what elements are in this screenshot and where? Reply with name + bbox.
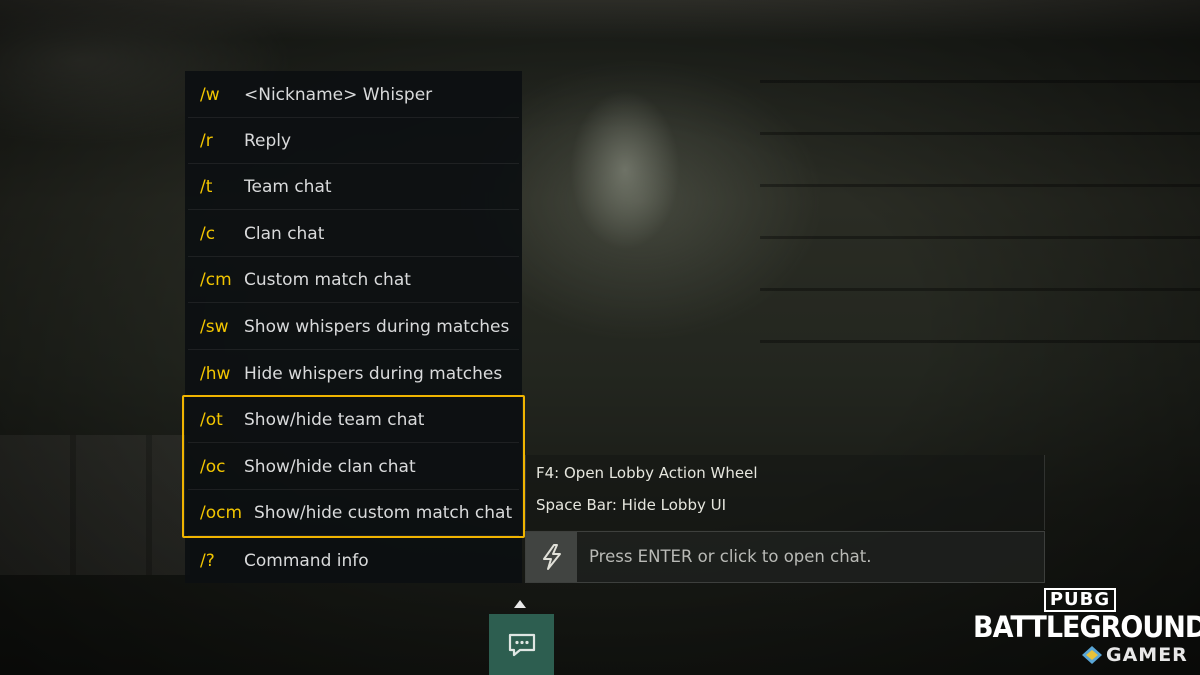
command-key: /cm [200,270,232,290]
command-row-reply[interactable]: /r Reply [188,119,519,164]
chat-bubble-icon [508,633,535,656]
command-row-toggle-clan-chat[interactable]: /oc Show/hide clan chat [188,445,519,490]
gamer-logo-icon [1082,646,1102,664]
gamer-watermark: GAMER [1081,644,1188,666]
pubg-battlegrounds-logo: PUBG BATTLEGROUNDS GAMER [973,588,1200,673]
chat-input[interactable]: Press ENTER or click to open chat. [525,531,1045,583]
command-description: Clan chat [244,224,325,244]
command-key: /r [200,131,213,151]
command-key: /ot [200,410,223,430]
chat-placeholder: Press ENTER or click to open chat. [589,547,872,566]
command-key: /t [200,177,213,197]
command-row-show-whispers[interactable]: /sw Show whispers during matches [188,305,519,350]
command-row-whisper[interactable]: /w <Nickname> Whisper [188,73,519,118]
command-key: /w [200,85,220,105]
command-row-toggle-custom-match-chat[interactable]: /ocm Show/hide custom match chat [188,491,519,536]
command-key: /? [200,550,215,571]
logo-pubg: PUBG [1043,588,1117,612]
hint-hide-ui: Space Bar: Hide Lobby UI [536,496,727,514]
hint-action-wheel: F4: Open Lobby Action Wheel [536,464,758,482]
logo-battlegrounds: BATTLEGROUNDS [973,610,1200,645]
chat-toggle-button[interactable] [489,614,554,675]
command-description: Show/hide team chat [244,410,425,430]
lobby-hints: F4: Open Lobby Action Wheel Space Bar: H… [525,455,1045,530]
command-description: <Nickname> Whisper [244,85,433,105]
command-description: Custom match chat [244,270,411,290]
command-description: Show/hide clan chat [244,457,416,477]
command-description: Command info [244,550,369,571]
command-row-command-info[interactable]: /? Command info [188,538,519,583]
command-description: Team chat [244,177,332,197]
command-row-team-chat[interactable]: /t Team chat [188,165,519,210]
gamer-text: GAMER [1106,644,1188,666]
lightning-icon[interactable] [526,532,577,582]
command-key: /sw [200,317,229,337]
command-description: Reply [244,131,292,151]
command-description: Show whispers during matches [244,317,510,337]
command-row-clan-chat[interactable]: /c Clan chat [188,212,519,257]
command-description: Hide whispers during matches [244,364,503,384]
command-key: /c [200,224,216,244]
command-key: /oc [200,457,226,477]
caret-up-icon [514,600,526,608]
command-key: /ocm [200,503,243,523]
command-row-custom-match-chat[interactable]: /cm Custom match chat [188,258,519,303]
command-description: Show/hide custom match chat [254,503,513,523]
command-key: /hw [200,364,231,384]
chat-command-list: /w <Nickname> Whisper /r Reply /t Team c… [185,71,522,583]
command-row-toggle-team-chat[interactable]: /ot Show/hide team chat [188,398,519,443]
command-row-hide-whispers[interactable]: /hw Hide whispers during matches [188,352,519,397]
